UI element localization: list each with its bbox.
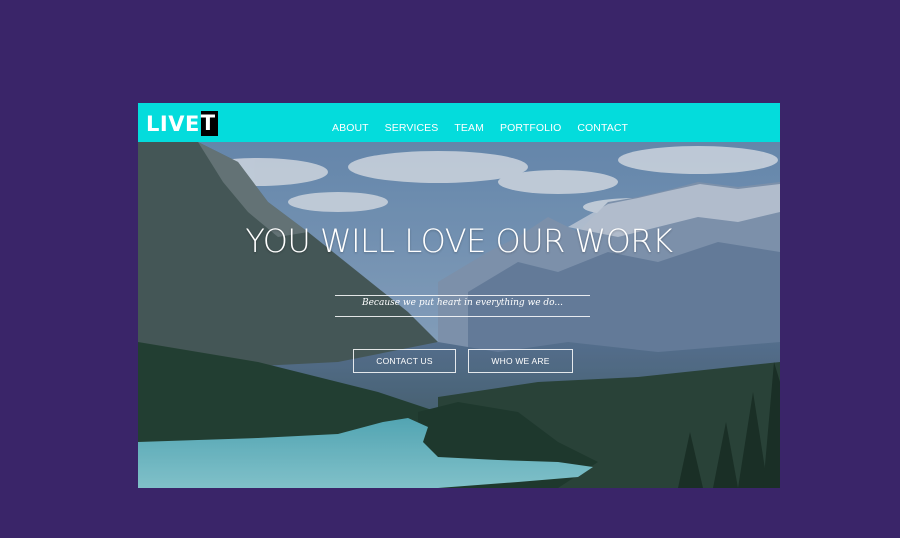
nav-link-contact[interactable]: CONTACT [577,112,628,134]
hero-content: YOU WILL LOVE OUR WORK Because we put he… [138,103,780,488]
nav-link-services[interactable]: SERVICES [385,112,439,134]
logo[interactable]: LIVE T [146,111,218,136]
logo-text: LIVE [146,111,200,136]
logo-boxed-letter: T [200,111,218,136]
hero-tagline: Because we put heart in everything we do… [361,298,563,308]
tagline-frame: Because we put heart in everything we do… [335,295,590,317]
website-frame: LIVE T ABOUT SERVICES TEAM PORTFOLIO CONT… [138,103,780,488]
main-nav: ABOUT SERVICES TEAM PORTFOLIO CONTACT [332,103,644,142]
nav-link-about[interactable]: ABOUT [332,112,369,134]
hero-headline: YOU WILL LOVE OUR WORK [245,222,673,260]
nav-link-team[interactable]: TEAM [454,112,484,134]
nav-link-portfolio[interactable]: PORTFOLIO [500,112,561,134]
navbar: LIVE T ABOUT SERVICES TEAM PORTFOLIO CONT… [138,103,780,142]
who-we-are-button[interactable]: WHO WE ARE [468,349,573,373]
contact-us-button[interactable]: CONTACT US [353,349,456,373]
